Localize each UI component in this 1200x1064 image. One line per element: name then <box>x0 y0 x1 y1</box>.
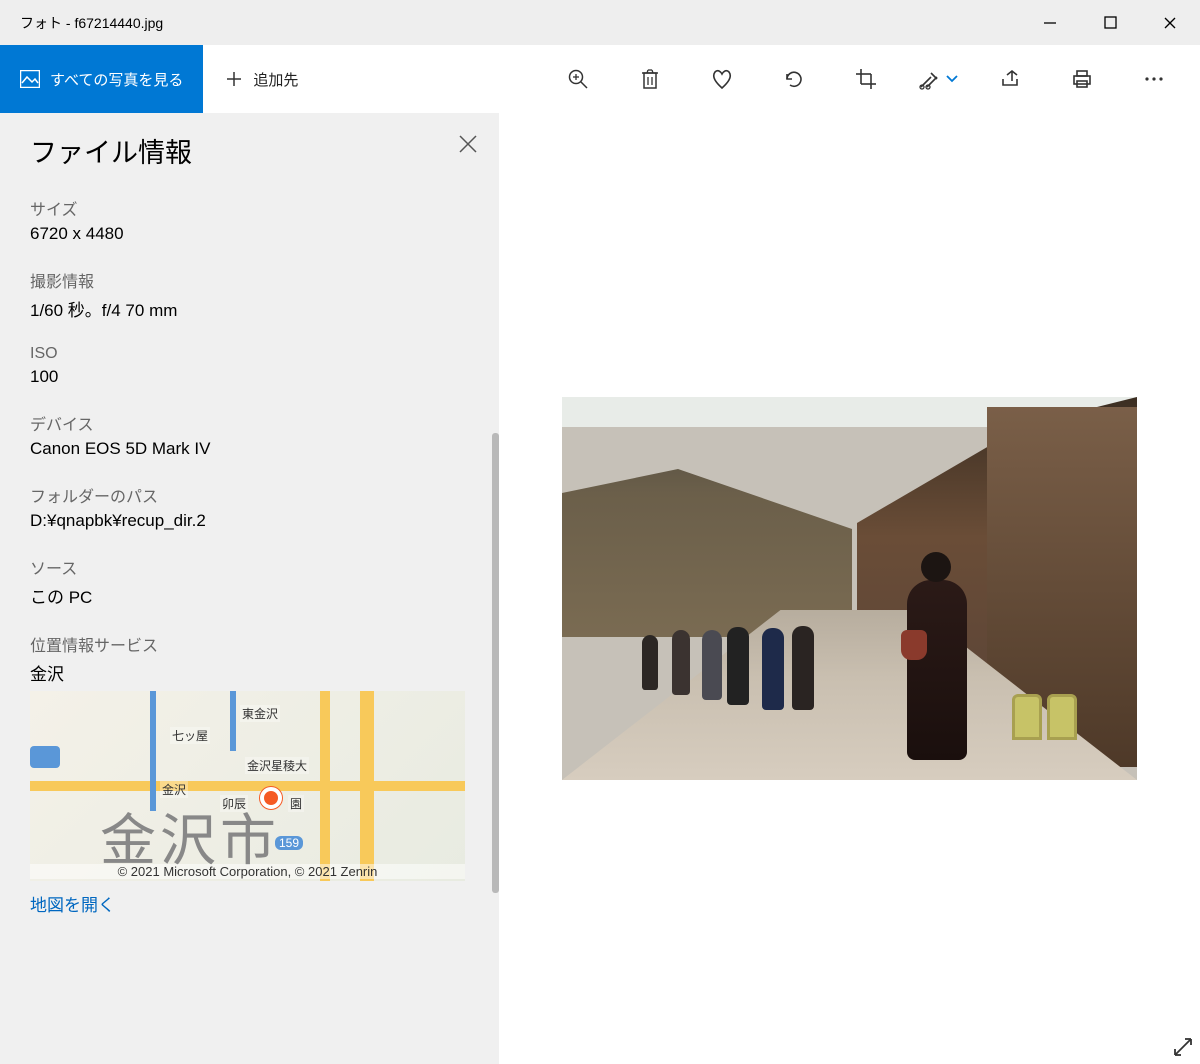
map-road <box>150 691 156 811</box>
info-location: 位置情報サービス 金沢 東金沢 七ッ屋 金沢星稜大 金沢 卯辰 園 159 金沢… <box>30 632 499 916</box>
map-label: 七ッ屋 <box>170 727 210 744</box>
edit-menu-button[interactable] <box>902 45 974 113</box>
iso-value: 100 <box>30 367 499 387</box>
photo-viewer[interactable] <box>499 113 1200 1064</box>
close-button[interactable] <box>1140 0 1200 45</box>
folder-value: D:¥qnapbk¥recup_dir.2 <box>30 511 499 531</box>
plus-icon <box>225 70 243 88</box>
view-all-photos-button[interactable]: すべての写真を見る <box>0 45 203 113</box>
add-to-label: 追加先 <box>253 69 298 90</box>
device-label: デバイス <box>30 411 499 435</box>
delete-button[interactable] <box>614 45 686 113</box>
photo-preview <box>562 397 1137 780</box>
map-copyright: © 2021 Microsoft Corporation, © 2021 Zen… <box>30 864 465 879</box>
map-label: 東金沢 <box>240 705 280 722</box>
size-label: サイズ <box>30 196 499 220</box>
device-value: Canon EOS 5D Mark IV <box>30 439 499 459</box>
size-value: 6720 x 4480 <box>30 224 499 244</box>
maximize-button[interactable] <box>1080 0 1140 45</box>
rotate-button[interactable] <box>758 45 830 113</box>
file-info-panel: ファイル情報 サイズ 6720 x 4480 撮影情報 1/60 秒。f/4 7… <box>0 113 499 1064</box>
shoot-label: 撮影情報 <box>30 268 499 292</box>
minimize-button[interactable] <box>1020 0 1080 45</box>
add-to-button[interactable]: 追加先 <box>203 45 326 113</box>
map-label: 金沢星稜大 <box>245 757 309 774</box>
map-road <box>230 691 236 751</box>
toolbar-actions <box>326 45 1200 113</box>
map-marker <box>30 746 60 768</box>
collection-icon <box>20 70 40 88</box>
view-all-label: すべての写真を見る <box>50 69 183 90</box>
titlebar: フォト - f67214440.jpg <box>0 0 1200 45</box>
location-map[interactable]: 東金沢 七ッ屋 金沢星稜大 金沢 卯辰 園 159 金沢市 © 2021 Mic… <box>30 691 465 881</box>
zoom-button[interactable] <box>542 45 614 113</box>
share-button[interactable] <box>974 45 1046 113</box>
more-button[interactable] <box>1118 45 1190 113</box>
info-iso: ISO 100 <box>30 345 499 387</box>
print-button[interactable] <box>1046 45 1118 113</box>
location-label: 位置情報サービス <box>30 632 499 656</box>
toolbar: すべての写真を見る 追加先 <box>0 45 1200 113</box>
info-folder: フォルダーのパス D:¥qnapbk¥recup_dir.2 <box>30 483 499 531</box>
scrollbar-thumb[interactable] <box>492 433 499 893</box>
edit-icon <box>918 68 940 90</box>
info-source: ソース この PC <box>30 555 499 608</box>
iso-label: ISO <box>30 345 499 363</box>
close-panel-button[interactable] <box>457 133 479 155</box>
window-title: フォト - f67214440.jpg <box>20 13 163 33</box>
window-controls <box>1020 0 1200 45</box>
source-label: ソース <box>30 555 499 579</box>
resize-grip-icon[interactable] <box>1172 1036 1194 1058</box>
panel-title: ファイル情報 <box>30 131 499 170</box>
open-map-link[interactable]: 地図を開く <box>30 891 115 916</box>
info-size: サイズ 6720 x 4480 <box>30 196 499 244</box>
info-device: デバイス Canon EOS 5D Mark IV <box>30 411 499 459</box>
sidebar-scrollbar[interactable] <box>492 113 499 1064</box>
crop-button[interactable] <box>830 45 902 113</box>
folder-label: フォルダーのパス <box>30 483 499 507</box>
map-road <box>30 781 465 791</box>
source-value: この PC <box>30 583 499 608</box>
shoot-value: 1/60 秒。f/4 70 mm <box>30 296 499 321</box>
map-label: 園 <box>288 795 304 812</box>
info-shoot: 撮影情報 1/60 秒。f/4 70 mm <box>30 268 499 321</box>
content-area: ファイル情報 サイズ 6720 x 4480 撮影情報 1/60 秒。f/4 7… <box>0 113 1200 1064</box>
favorite-button[interactable] <box>686 45 758 113</box>
chevron-down-icon <box>946 75 958 83</box>
location-value: 金沢 <box>30 660 499 685</box>
